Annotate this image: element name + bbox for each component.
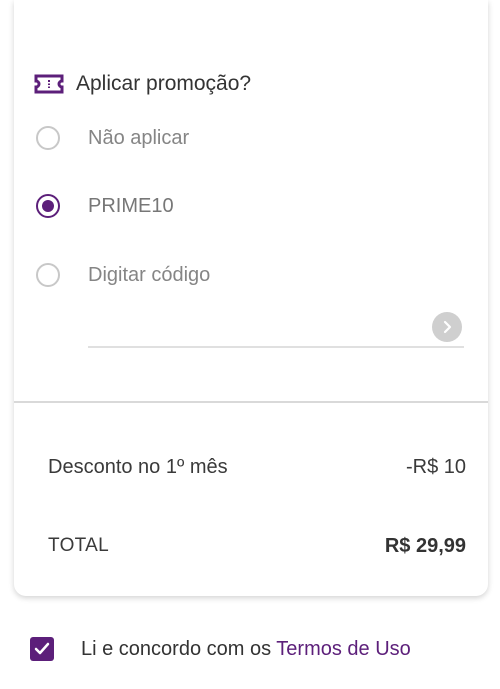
promo-code-input[interactable] — [88, 312, 412, 344]
option-label: Não aplicar — [88, 126, 190, 149]
total-value: R$ 29,99 — [384, 535, 466, 557]
checkmark-icon — [34, 642, 50, 655]
option-enter-code[interactable]: Digitar código — [36, 259, 210, 291]
radio-dot — [42, 200, 54, 212]
radio-button-selected[interactable] — [36, 194, 60, 218]
terms-of-use-link[interactable]: Termos de Uso — [276, 638, 411, 660]
apply-code-button[interactable] — [432, 312, 462, 342]
ticket-icon — [34, 74, 64, 94]
option-prime10[interactable]: PRIME10 — [36, 190, 174, 222]
terms-checkbox[interactable] — [30, 637, 54, 661]
total-label: TOTAL — [48, 535, 109, 556]
option-label: Digitar código — [88, 263, 211, 286]
terms-text: Li e concordo com os Termos de Uso — [81, 638, 411, 661]
discount-label: Desconto no 1º mês — [48, 456, 228, 478]
promo-code-field — [88, 310, 464, 348]
promo-header: Aplicar promoção? — [34, 70, 251, 98]
chevron-right-icon — [443, 320, 452, 334]
option-no-promo[interactable]: Não aplicar — [36, 122, 189, 154]
terms-agreement: Li e concordo com os Termos de Uso — [30, 634, 411, 664]
radio-button[interactable] — [36, 126, 60, 150]
radio-button[interactable] — [36, 263, 60, 287]
section-divider — [14, 401, 488, 403]
discount-value: -R$ 10 — [405, 456, 466, 478]
option-label: PRIME10 — [88, 194, 174, 217]
terms-prefix: Li e concordo com os — [81, 637, 277, 660]
promo-title: Aplicar promoção? — [76, 72, 252, 95]
